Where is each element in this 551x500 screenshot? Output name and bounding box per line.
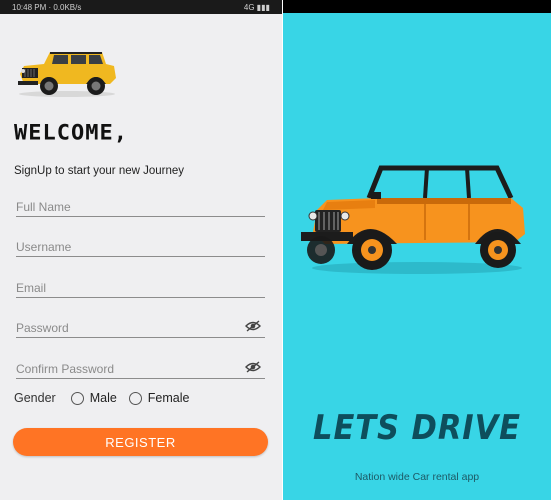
username-field[interactable]: [16, 233, 265, 257]
gender-label: Gender: [14, 391, 56, 405]
gender-selector: Gender Male Female: [14, 390, 201, 406]
gender-female-label: Female: [147, 391, 190, 405]
welcome-title: WELCOME,: [14, 121, 128, 146]
password-field[interactable]: [16, 314, 265, 338]
full-name-field[interactable]: [16, 193, 265, 217]
register-button[interactable]: REGISTER: [13, 428, 268, 456]
gender-male-radio[interactable]: Male: [70, 391, 117, 405]
confirm-password-field[interactable]: [16, 355, 265, 379]
status-bar-left: 10:48 PM · 0.0KB/s: [12, 2, 82, 12]
gender-female-radio[interactable]: Female: [128, 391, 190, 405]
confirm-password-input[interactable]: [16, 355, 265, 378]
status-bar: 10:48 PM · 0.0KB/s 4G ▮▮▮: [0, 0, 282, 14]
gender-male-label: Male: [89, 391, 117, 405]
username-input[interactable]: [16, 233, 265, 256]
radio-circle[interactable]: [128, 391, 142, 405]
orange-jeep-illustration: [301, 165, 525, 274]
brand-title: LETS DRIVE: [313, 408, 521, 448]
yellow-jeep-logo: [18, 52, 116, 97]
password-input[interactable]: [16, 314, 265, 337]
status-bar-right: 4G ▮▮▮: [243, 2, 270, 12]
full-name-input[interactable]: [16, 193, 265, 216]
splash-status-bar: [283, 0, 551, 13]
email-input[interactable]: [16, 274, 265, 297]
radio-circle[interactable]: [70, 391, 84, 405]
eye-off-icon[interactable]: [245, 361, 261, 373]
signup-screen: 10:48 PM · 0.0KB/s 4G ▮▮▮ WELCOME, SignU…: [0, 0, 282, 500]
email-field[interactable]: [16, 274, 265, 298]
signup-subtitle: SignUp to start your new Journey: [14, 165, 185, 177]
eye-off-icon[interactable]: [245, 320, 261, 332]
splash-screen: LETS DRIVE Nation wide Car rental app: [283, 0, 551, 500]
brand-tagline: Nation wide Car rental app: [354, 471, 480, 483]
